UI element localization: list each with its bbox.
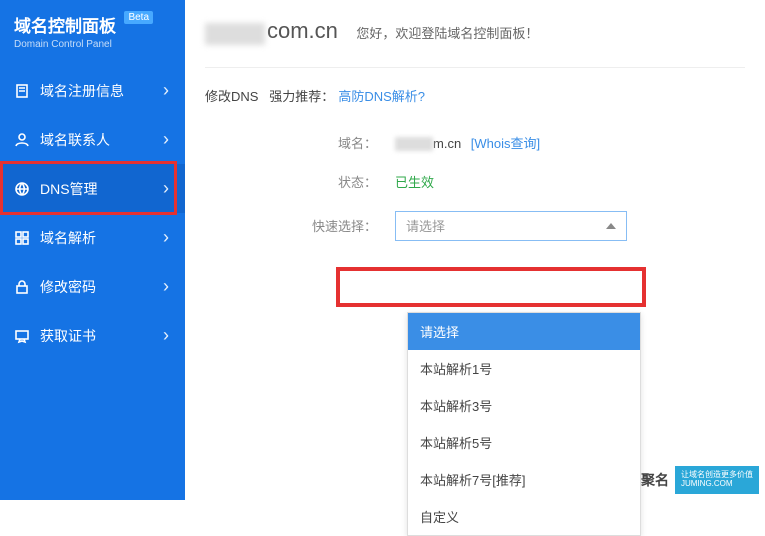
- highlight-box: [336, 267, 646, 307]
- domain-value-suffix: m.cn: [433, 136, 461, 151]
- lock-icon: [14, 279, 30, 295]
- sidebar-item-label: 域名注册信息: [40, 81, 163, 101]
- page-header: com.cn 您好，欢迎登陆域名控制面板！: [205, 0, 745, 68]
- main-content: com.cn 您好，欢迎登陆域名控制面板！ 修改DNS 强力推荐： 高防DNS解析…: [185, 0, 765, 251]
- sidebar-item-reginfo[interactable]: 域名注册信息 ›: [0, 66, 185, 115]
- value-status: 已生效: [395, 172, 434, 191]
- label-quickselect: 快速选择：: [205, 216, 395, 235]
- sidebar: 域名控制面板 Beta Domain Control Panel 域名注册信息 …: [0, 0, 185, 500]
- sidebar-item-label: 域名联系人: [40, 130, 163, 150]
- welcome-text: 您好，欢迎登陆域名控制面板！: [356, 26, 538, 41]
- watermark-tagline: 让域名创造更多价值JUMING.COM: [675, 466, 759, 494]
- sidebar-item-label: 域名解析: [40, 228, 163, 248]
- brand-title: 域名控制面板: [14, 12, 116, 37]
- domain-value-censored: [395, 137, 433, 151]
- quickselect-dropdown[interactable]: 请选择: [395, 211, 627, 241]
- chevron-up-icon: [606, 223, 616, 229]
- chevron-right-icon: ›: [163, 325, 169, 346]
- domain-censored: [205, 23, 265, 45]
- globe-icon: [14, 181, 30, 197]
- dropdown-option[interactable]: 请选择: [408, 313, 640, 350]
- whois-link[interactable]: [Whois查询]: [471, 136, 540, 151]
- row-domain: 域名： m.cn [Whois查询]: [205, 123, 765, 162]
- certificate-icon: [14, 328, 30, 344]
- chevron-right-icon: ›: [163, 276, 169, 297]
- brand-block: 域名控制面板 Beta Domain Control Panel: [0, 0, 185, 66]
- sidebar-item-cert[interactable]: 获取证书 ›: [0, 311, 185, 360]
- row-quickselect: 快速选择： 请选择: [205, 201, 765, 251]
- chevron-right-icon: ›: [163, 129, 169, 150]
- recommend-label: 强力推荐：: [269, 89, 334, 104]
- section-heading: 修改DNS 强力推荐： 高防DNS解析?: [205, 68, 765, 123]
- sidebar-item-contact[interactable]: 域名联系人 ›: [0, 115, 185, 164]
- domain-name: com.cn: [267, 18, 338, 43]
- chevron-right-icon: ›: [163, 178, 169, 199]
- sidebar-item-label: 获取证书: [40, 326, 163, 346]
- quickselect-menu: 请选择 本站解析1号 本站解析3号 本站解析5号 本站解析7号[推荐] 自定义: [407, 312, 641, 536]
- grid-icon: [14, 230, 30, 246]
- dropdown-option[interactable]: 本站解析7号[推荐]: [408, 461, 640, 498]
- watermark-name: 聚名: [641, 470, 669, 490]
- section-title: 修改DNS: [205, 89, 258, 104]
- sidebar-item-label: 修改密码: [40, 277, 163, 297]
- sidebar-item-label: DNS管理: [40, 179, 163, 199]
- row-status: 状态： 已生效: [205, 162, 765, 201]
- chevron-right-icon: ›: [163, 227, 169, 248]
- dropdown-option[interactable]: 本站解析3号: [408, 387, 640, 424]
- label-domain: 域名：: [205, 133, 395, 152]
- sidebar-item-password[interactable]: 修改密码 ›: [0, 262, 185, 311]
- beta-badge: Beta: [124, 11, 153, 24]
- chevron-right-icon: ›: [163, 80, 169, 101]
- value-domain: m.cn [Whois查询]: [395, 133, 540, 152]
- brand-subtitle: Domain Control Panel: [14, 39, 171, 50]
- sidebar-item-resolve[interactable]: 域名解析 ›: [0, 213, 185, 262]
- user-icon: [14, 132, 30, 148]
- label-status: 状态：: [205, 172, 395, 191]
- dropdown-option[interactable]: 自定义: [408, 498, 640, 535]
- recommend-link[interactable]: 高防DNS解析?: [338, 89, 425, 104]
- sidebar-item-dns[interactable]: DNS管理 ›: [0, 164, 185, 213]
- dropdown-option[interactable]: 本站解析5号: [408, 424, 640, 461]
- dropdown-option[interactable]: 本站解析1号: [408, 350, 640, 387]
- select-placeholder: 请选择: [406, 216, 606, 235]
- document-icon: [14, 83, 30, 99]
